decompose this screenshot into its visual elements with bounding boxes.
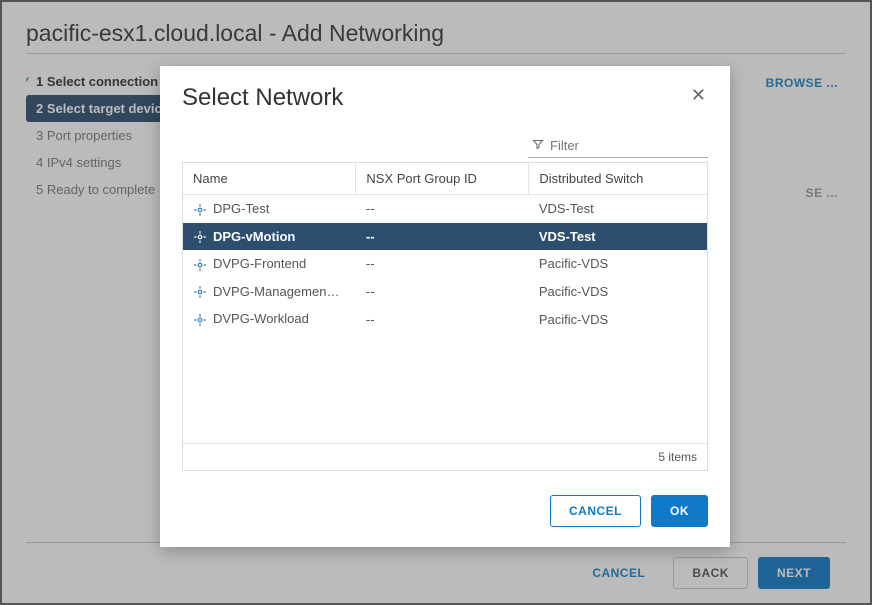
- network-table-body: DPG-Test--VDS-Test DPG-vMotion--VDS-Test…: [183, 195, 707, 333]
- filter-icon: [528, 138, 548, 153]
- table-row[interactable]: DPG-vMotion --VDS-Test: [183, 223, 707, 251]
- cell-nsx: --: [356, 305, 529, 333]
- table-empty-space: [183, 333, 707, 443]
- network-table: Name NSX Port Group ID Distributed Switc…: [183, 163, 707, 333]
- row-name-label: DVPG-Workload: [213, 311, 309, 326]
- portgroup-icon: [193, 258, 207, 272]
- cell-name: DPG-Test: [183, 195, 356, 223]
- cell-name: DVPG-Workload: [183, 305, 356, 333]
- row-name-label: DPG-vMotion: [213, 229, 295, 244]
- cell-nsx: --: [356, 195, 529, 223]
- table-row[interactable]: DPG-Test --VDS-Test: [183, 195, 707, 223]
- cell-nsx: --: [356, 250, 529, 278]
- close-icon[interactable]: ✕: [689, 84, 708, 106]
- modal-ok-button[interactable]: OK: [651, 495, 708, 527]
- cell-dswitch: Pacific-VDS: [529, 250, 707, 278]
- filter-field[interactable]: [528, 134, 708, 158]
- row-name-label: DPG-Test: [213, 201, 269, 216]
- filter-input[interactable]: [548, 134, 708, 157]
- table-row[interactable]: DVPG-Frontend --Pacific-VDS: [183, 250, 707, 278]
- row-name-label: DVPG-Frontend: [213, 256, 306, 271]
- portgroup-icon: [193, 313, 207, 327]
- cell-dswitch: Pacific-VDS: [529, 278, 707, 306]
- cell-nsx: --: [356, 223, 529, 251]
- col-nsx[interactable]: NSX Port Group ID: [356, 163, 529, 195]
- col-dswitch[interactable]: Distributed Switch: [529, 163, 707, 195]
- cell-name: DPG-vMotion: [183, 223, 356, 251]
- table-item-count: 5 items: [183, 443, 707, 470]
- cell-name: DVPG-Managemen…: [183, 278, 356, 306]
- cell-dswitch: Pacific-VDS: [529, 305, 707, 333]
- table-row[interactable]: DVPG-Managemen… --Pacific-VDS: [183, 278, 707, 306]
- cell-name: DVPG-Frontend: [183, 250, 356, 278]
- cell-dswitch: VDS-Test: [529, 195, 707, 223]
- cell-dswitch: VDS-Test: [529, 223, 707, 251]
- cell-nsx: --: [356, 278, 529, 306]
- table-row[interactable]: DVPG-Workload --Pacific-VDS: [183, 305, 707, 333]
- modal-cancel-button[interactable]: CANCEL: [550, 495, 641, 527]
- col-name[interactable]: Name: [183, 163, 356, 195]
- portgroup-icon: [193, 230, 207, 244]
- portgroup-icon: [193, 203, 207, 217]
- portgroup-icon: [193, 285, 207, 299]
- select-network-modal: Select Network ✕ Name NSX Port Group: [160, 66, 730, 547]
- modal-title: Select Network: [182, 84, 343, 112]
- row-name-label: DVPG-Managemen…: [213, 284, 339, 299]
